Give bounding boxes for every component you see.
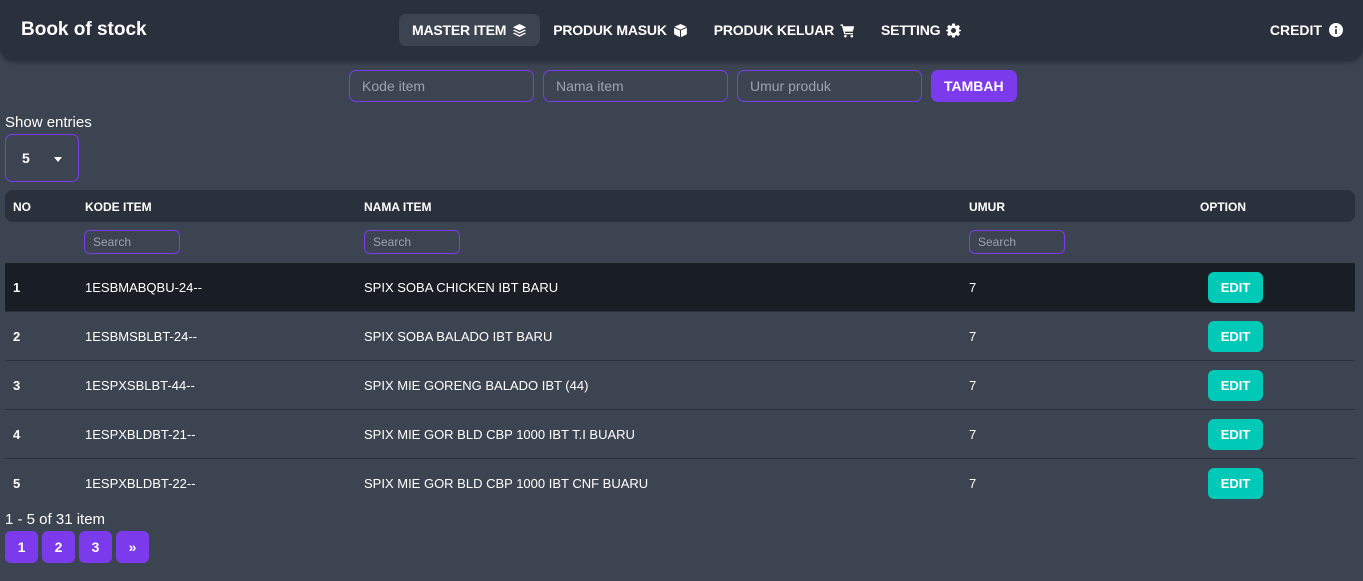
row-no: 5 bbox=[13, 476, 21, 491]
edit-button[interactable]: EDIT bbox=[1208, 321, 1263, 352]
row-no: 3 bbox=[13, 378, 21, 393]
umur-search-input[interactable] bbox=[969, 230, 1065, 254]
table-row[interactable]: 3 1ESPXSBLBT-44-- SPIX MIE GORENG BALADO… bbox=[5, 361, 1355, 410]
kode-item-search-input[interactable] bbox=[84, 230, 180, 254]
gear-icon bbox=[946, 22, 962, 38]
nav-credit-label: CREDIT bbox=[1269, 22, 1322, 38]
nav-credit[interactable]: CREDIT bbox=[1270, 14, 1343, 46]
entries-select[interactable]: 5 bbox=[5, 134, 79, 182]
header-nama-item: NAMA ITEM bbox=[364, 200, 432, 214]
row-kode-item: 1ESBMSBLBT-24-- bbox=[85, 329, 197, 344]
filter-row bbox=[5, 222, 1355, 263]
row-umur: 7 bbox=[969, 378, 977, 393]
kode-item-input[interactable] bbox=[349, 70, 534, 102]
row-nama-item: SPIX SOBA CHICKEN IBT BARU bbox=[364, 280, 559, 295]
umur-produk-input[interactable] bbox=[737, 70, 922, 102]
table-row[interactable]: 4 1ESPXBLDBT-21-- SPIX MIE GOR BLD CBP 1… bbox=[5, 410, 1355, 459]
table-row[interactable]: 5 1ESPXBLDBT-22-- SPIX MIE GOR BLD CBP 1… bbox=[5, 459, 1355, 508]
row-nama-item: SPIX MIE GOR BLD CBP 1000 IBT T.I BUARU bbox=[364, 427, 635, 442]
entries-value: 5 bbox=[22, 150, 30, 166]
cart-icon bbox=[840, 23, 855, 37]
row-kode-item: 1ESPXSBLBT-44-- bbox=[85, 378, 195, 393]
nav-master-item-label: MASTER ITEM bbox=[412, 22, 507, 38]
table-row[interactable]: 2 1ESBMSBLBT-24-- SPIX SOBA BALADO IBT B… bbox=[5, 312, 1355, 361]
nav-setting-label: SETTING bbox=[881, 22, 941, 38]
items-table: NO KODE ITEM NAMA ITEM UMUR OPTION 1 1ES… bbox=[5, 190, 1355, 508]
page-button-3[interactable]: 3 bbox=[79, 531, 112, 563]
row-no: 2 bbox=[13, 329, 21, 344]
page-button-1[interactable]: 1 bbox=[5, 531, 38, 563]
header-umur: UMUR bbox=[969, 200, 1005, 214]
row-nama-item: SPIX SOBA BALADO IBT BARU bbox=[364, 329, 553, 344]
pagination: 1 2 3 » bbox=[5, 531, 149, 563]
row-umur: 7 bbox=[969, 476, 977, 491]
row-nama-item: SPIX MIE GORENG BALADO IBT (44) bbox=[364, 378, 589, 393]
nav-produk-masuk[interactable]: PRODUK MASUK bbox=[540, 14, 701, 46]
box-icon bbox=[673, 23, 687, 37]
main-nav: MASTER ITEM PRODUK MASUK PRODUK KELUAR S… bbox=[399, 14, 974, 46]
nav-produk-masuk-label: PRODUK MASUK bbox=[553, 22, 667, 38]
row-kode-item: 1ESBMABQBU-24-- bbox=[85, 280, 203, 295]
edit-button[interactable]: EDIT bbox=[1208, 370, 1263, 401]
nav-produk-keluar-label: PRODUK KELUAR bbox=[713, 22, 835, 38]
edit-button[interactable]: EDIT bbox=[1208, 419, 1263, 450]
row-umur: 7 bbox=[969, 280, 977, 295]
layers-icon bbox=[513, 23, 527, 37]
navbar: Book of stock MASTER ITEM PRODUK MASUK P… bbox=[0, 0, 1363, 61]
nav-setting[interactable]: SETTING bbox=[868, 14, 974, 46]
edit-button[interactable]: EDIT bbox=[1208, 272, 1263, 303]
tambah-button[interactable]: TAMBAH bbox=[931, 70, 1017, 102]
pagination-info: 1 - 5 of 31 item bbox=[5, 511, 106, 528]
table-row[interactable]: 1 1ESBMABQBU-24-- SPIX SOBA CHICKEN IBT … bbox=[5, 263, 1355, 312]
row-no: 4 bbox=[13, 427, 21, 442]
table-header: NO KODE ITEM NAMA ITEM UMUR OPTION bbox=[5, 190, 1355, 222]
nama-item-input[interactable] bbox=[543, 70, 728, 102]
caret-down-icon bbox=[54, 157, 62, 162]
edit-button[interactable]: EDIT bbox=[1208, 468, 1263, 499]
nama-item-search-input[interactable] bbox=[364, 230, 460, 254]
row-kode-item: 1ESPXBLDBT-22-- bbox=[85, 476, 196, 491]
header-option: OPTION bbox=[1200, 200, 1247, 214]
next-page-button[interactable]: » bbox=[116, 531, 149, 563]
header-no: NO bbox=[13, 200, 31, 214]
row-nama-item: SPIX MIE GOR BLD CBP 1000 IBT CNF BUARU bbox=[364, 476, 649, 491]
page-button-2[interactable]: 2 bbox=[42, 531, 75, 563]
add-item-form: TAMBAH bbox=[349, 70, 1017, 102]
show-entries-label: Show entries bbox=[5, 114, 92, 131]
row-umur: 7 bbox=[969, 329, 977, 344]
nav-master-item[interactable]: MASTER ITEM bbox=[399, 14, 541, 46]
row-umur: 7 bbox=[969, 427, 977, 442]
nav-produk-keluar[interactable]: PRODUK KELUAR bbox=[701, 14, 868, 46]
brand-title[interactable]: Book of stock bbox=[21, 19, 147, 41]
row-kode-item: 1ESPXBLDBT-21-- bbox=[85, 427, 196, 442]
info-icon bbox=[1329, 23, 1343, 37]
header-kode-item: KODE ITEM bbox=[85, 200, 152, 214]
row-no: 1 bbox=[13, 280, 21, 295]
